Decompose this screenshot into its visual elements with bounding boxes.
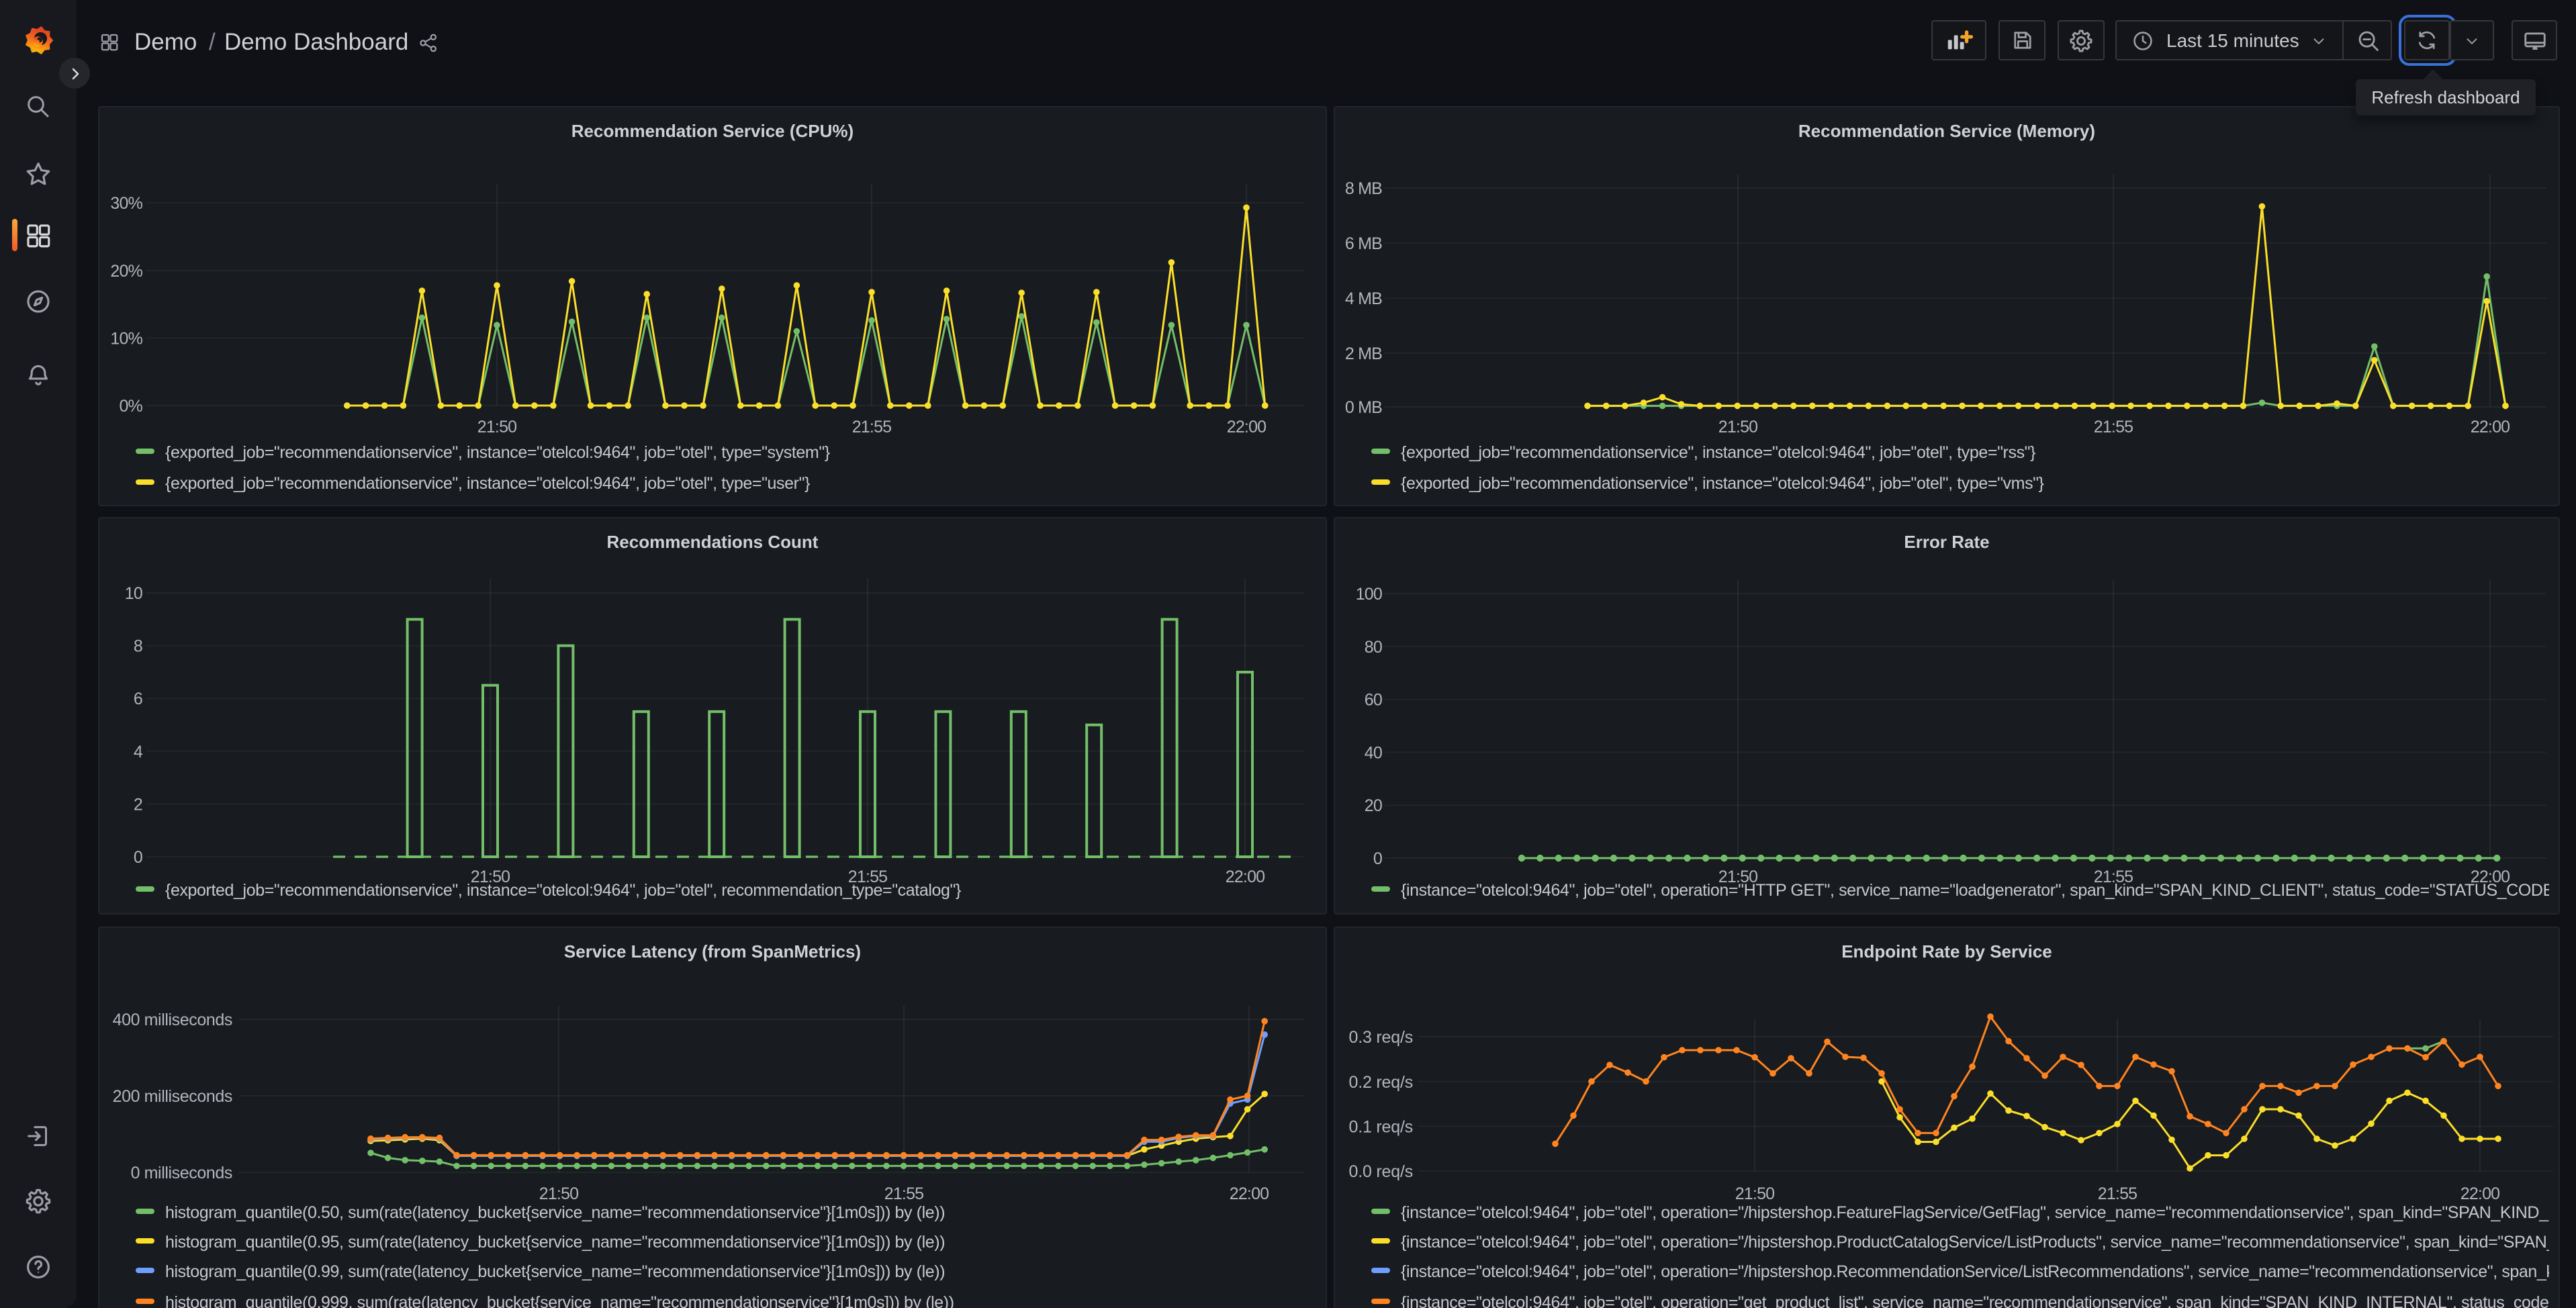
svg-text:200 milliseconds: 200 milliseconds [113,1087,232,1106]
svg-text:0.1 req/s: 0.1 req/s [1349,1117,1413,1136]
svg-text:60: 60 [1365,691,1382,710]
svg-text:0.3 req/s: 0.3 req/s [1349,1028,1413,1047]
svg-text:10%: 10% [110,329,142,348]
svg-text:21:55: 21:55 [852,418,892,436]
svg-text:20%: 20% [110,262,142,281]
svg-text:20: 20 [1365,796,1382,815]
svg-text:0.0 req/s: 0.0 req/s [1349,1162,1413,1181]
svg-text:40: 40 [1365,743,1382,762]
svg-text:0%: 0% [119,397,142,416]
svg-text:4 MB: 4 MB [1345,289,1382,308]
svg-text:100: 100 [1356,585,1382,604]
svg-text:30%: 30% [110,194,142,213]
svg-text:22:00: 22:00 [1227,418,1267,436]
svg-text:21:50: 21:50 [1718,418,1758,436]
svg-text:0: 0 [134,848,142,867]
svg-text:4: 4 [134,743,143,761]
svg-text:8: 8 [134,637,142,656]
svg-text:21:50: 21:50 [477,418,517,436]
svg-text:10: 10 [125,584,142,603]
svg-text:6 MB: 6 MB [1345,234,1382,253]
svg-text:21:55: 21:55 [2094,418,2133,436]
svg-text:0: 0 [1373,849,1382,868]
svg-text:6: 6 [134,690,142,708]
svg-text:0 MB: 0 MB [1345,398,1382,417]
svg-text:2: 2 [134,795,142,814]
svg-text:80: 80 [1365,638,1382,657]
svg-text:2 MB: 2 MB [1345,344,1382,363]
svg-text:0 milliseconds: 0 milliseconds [131,1164,232,1182]
svg-text:8 MB: 8 MB [1345,179,1382,198]
svg-text:22:00: 22:00 [2471,418,2510,436]
svg-text:400 milliseconds: 400 milliseconds [113,1011,232,1029]
svg-text:0.2 req/s: 0.2 req/s [1349,1073,1413,1092]
